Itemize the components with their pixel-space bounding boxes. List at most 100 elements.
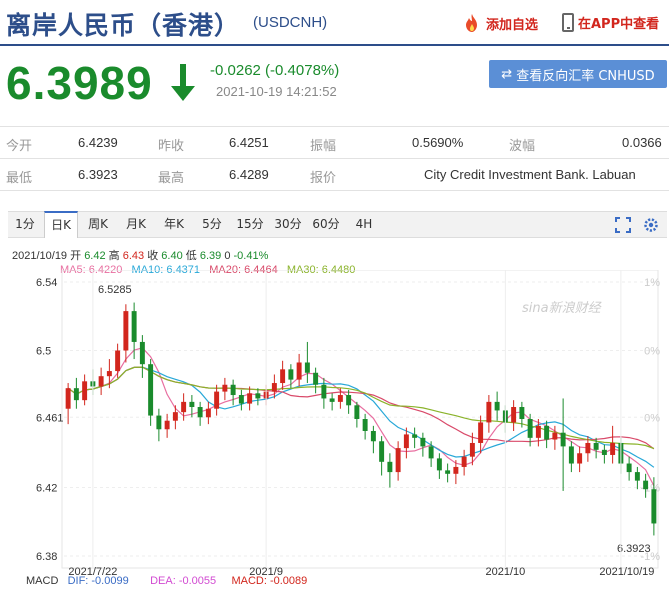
add-watchlist-label: 添加自选	[486, 17, 539, 33]
candle-body	[354, 405, 360, 419]
tab-yearly-k[interactable]: 年K	[156, 212, 192, 237]
candle-body	[420, 437, 426, 447]
low-label: 低	[185, 250, 197, 262]
high-label: 高	[108, 250, 120, 262]
close-value: 6.40	[161, 250, 183, 262]
candle-body	[403, 434, 409, 449]
tab-daily-k[interactable]: 日K	[44, 211, 78, 238]
stats-row: 最低 6.3923 最高 6.4289 报价 City Credit Inves…	[0, 159, 669, 191]
candle-body	[288, 369, 294, 380]
candle-body	[527, 419, 533, 438]
open-label: 开	[70, 250, 82, 262]
stat-value: 6.4239	[78, 135, 118, 150]
stat-label: 报价	[310, 171, 337, 186]
high-annotation: 6.5285	[98, 284, 132, 296]
stat-value: 6.4251	[229, 135, 269, 150]
candle-body	[313, 372, 319, 385]
stat-label: 波幅	[509, 139, 536, 154]
stat-value: 6.3923	[78, 167, 118, 182]
tab-monthly-k[interactable]: 月K	[118, 212, 154, 237]
reverse-rate-button[interactable]: ⇄ 查看反向汇率 CNHUSD	[489, 60, 667, 88]
candle-body	[593, 442, 599, 450]
candle-body	[255, 393, 261, 399]
candle-body	[445, 470, 451, 474]
settings-icon[interactable]	[643, 217, 659, 233]
reverse-rate-label: 查看反向汇率 CNHUSD	[516, 68, 655, 84]
pct-value: -0.41%	[233, 250, 269, 262]
flame-icon	[466, 14, 477, 32]
tab-15min[interactable]: 15分	[232, 212, 268, 237]
candle-body	[577, 453, 583, 464]
candle-body	[82, 381, 88, 401]
stat-label: 最低	[6, 171, 33, 186]
candle-body	[197, 407, 203, 418]
volume-value: 0	[224, 250, 231, 262]
y-tick-label: 6.42	[36, 483, 57, 495]
tab-weekly-k[interactable]: 周K	[80, 212, 116, 237]
low-value: 6.39	[199, 250, 222, 262]
open-app-button[interactable]: 在APP中查看	[562, 13, 659, 32]
page-header: 离岸人民币（香港） (USDCNH) 添加自选 在APP中查看	[0, 0, 669, 46]
candle-body	[271, 383, 277, 392]
ohlc-info: 2021/10/19 开 6.42 高 6.43 收 6.40 低 6.39 0…	[12, 247, 268, 263]
kline-chart[interactable]: 6.54 1%6.5 0%6.461 0%6.42 -1%6.38 -1%sina新浪财经…	[0, 270, 669, 575]
candle-body	[436, 458, 442, 471]
candle-body	[643, 480, 649, 490]
candle-body	[222, 384, 228, 392]
candle-body	[205, 408, 211, 418]
quote-time: 2021-10-19 14:21:52	[216, 84, 337, 99]
pct-tick-label: 1%	[644, 277, 660, 289]
pct-tick-label: 0%	[644, 346, 660, 358]
swap-icon: ⇄	[501, 66, 513, 82]
candle-body	[181, 401, 187, 413]
tab-60min[interactable]: 60分	[308, 212, 344, 237]
tab-30min[interactable]: 30分	[270, 212, 306, 237]
candle-body	[469, 442, 475, 457]
ohlc-date: 2021/10/19	[12, 250, 68, 262]
arrow-down-icon	[171, 64, 195, 101]
period-tabs: 1分 日K 周K 月K 年K 5分 15分 30分 60分 4H	[8, 211, 667, 238]
macd-legend: MACD DIF: -0.0099 DEA: -0.0055 MACD: -0.…	[26, 575, 307, 587]
tab-4h[interactable]: 4H	[346, 212, 382, 237]
candle-body	[626, 463, 632, 473]
macd-title: MACD	[26, 575, 59, 587]
candle-body	[379, 441, 385, 462]
price-change: -0.0262 (-0.4078%)	[210, 62, 340, 79]
candle-body	[139, 341, 145, 365]
candle-body	[453, 466, 459, 474]
stat-value: 0.5690%	[412, 135, 464, 150]
y-tick-label: 6.38	[36, 551, 57, 563]
candle-body	[65, 388, 71, 409]
tab-5min[interactable]: 5分	[194, 212, 230, 237]
stat-value: 6.4289	[229, 167, 269, 182]
x-tick-label: 2021/7/22	[68, 566, 117, 575]
candle-body	[296, 362, 302, 380]
symbol-code: (USDCNH)	[253, 14, 328, 31]
add-watchlist-button[interactable]: 添加自选	[462, 13, 538, 33]
open-value: 6.42	[84, 250, 106, 262]
candle-body	[123, 311, 129, 351]
candle-body	[552, 432, 558, 440]
low-annotation: 6.3923	[617, 543, 651, 555]
stat-label: 振幅	[310, 139, 337, 154]
candle-body	[634, 472, 640, 481]
candle-body	[115, 350, 121, 372]
candle-body	[568, 446, 574, 464]
x-tick-label: 2021/9	[249, 566, 283, 575]
candle-body	[106, 371, 112, 377]
stat-label: 昨收	[158, 139, 185, 154]
candle-body	[610, 442, 616, 455]
fullscreen-icon[interactable]	[615, 217, 631, 233]
tab-1min[interactable]: 1分	[8, 212, 42, 237]
x-tick-label: 2021/10/19	[599, 566, 654, 575]
candle-body	[585, 442, 591, 454]
macd-value: MACD: -0.0089	[231, 575, 308, 587]
candle-body	[428, 446, 434, 459]
stat-value: 0.0366	[622, 135, 662, 150]
candle-body	[478, 422, 484, 443]
candle-body	[304, 362, 310, 373]
page-title: 离岸人民币（香港）	[6, 11, 241, 40]
ma20-line	[67, 366, 655, 450]
candle-body	[519, 407, 525, 419]
candle-body	[329, 398, 335, 402]
